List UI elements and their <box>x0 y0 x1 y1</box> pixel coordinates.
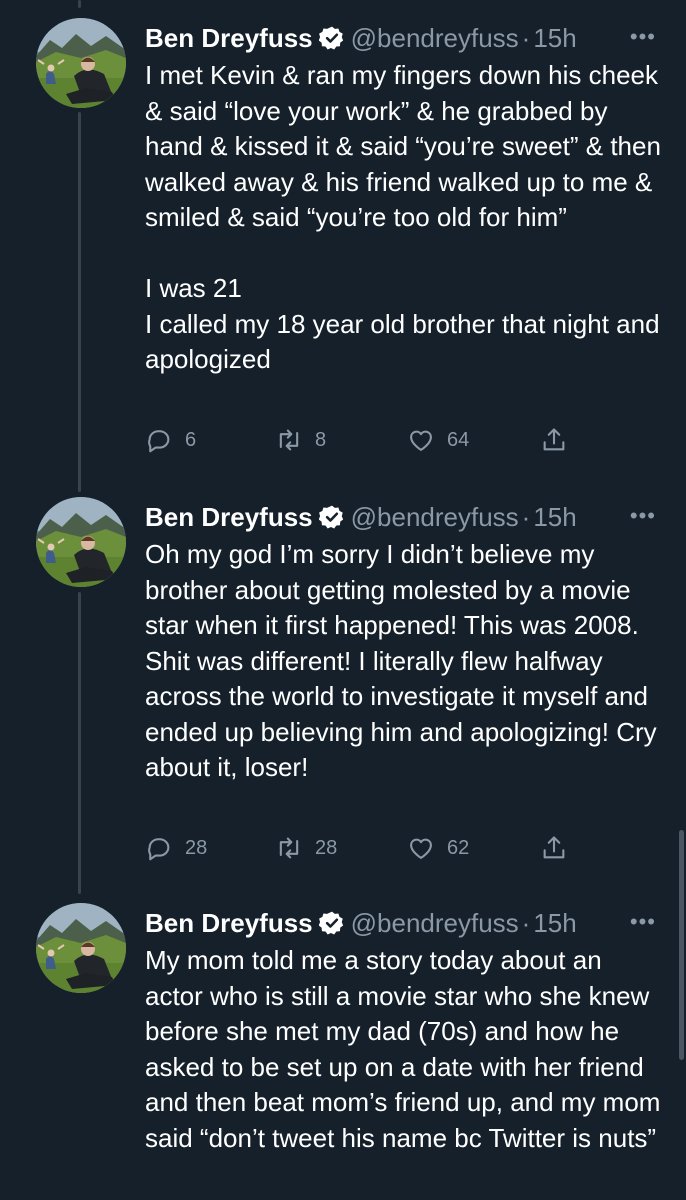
reply-icon <box>145 426 173 454</box>
tweet-actions: 6 8 64 <box>145 425 605 455</box>
author-handle[interactable]: @bendreyfuss <box>351 502 519 533</box>
retweet-icon <box>275 834 303 862</box>
tweet-paragraph: Oh my god I’m sorry I didn’t believe my … <box>145 539 657 782</box>
retweet-count: 8 <box>315 428 327 451</box>
share-icon <box>540 834 568 862</box>
like-count: 64 <box>447 428 470 451</box>
reply-button[interactable]: 28 <box>145 833 207 863</box>
tweet[interactable]: Ben Dreyfuss @bendreyfuss · 15h ••• Oh m… <box>0 497 686 897</box>
like-button[interactable]: 62 <box>407 833 469 863</box>
retweet-button[interactable]: 8 <box>275 425 326 455</box>
heart-icon <box>407 426 435 454</box>
like-count: 62 <box>447 836 470 859</box>
timestamp[interactable]: 15h <box>533 23 576 54</box>
retweet-count: 28 <box>315 836 338 859</box>
like-button[interactable]: 64 <box>407 425 469 455</box>
thread-connector <box>78 0 81 8</box>
reply-count: 6 <box>185 428 197 451</box>
more-options-icon[interactable]: ••• <box>630 503 656 529</box>
author-name[interactable]: Ben Dreyfuss <box>145 23 313 54</box>
timestamp[interactable]: 15h <box>533 908 576 939</box>
separator: · <box>521 501 531 532</box>
separator: · <box>521 907 531 938</box>
tweet-thread: Ben Dreyfuss @bendreyfuss · 15h ••• I me… <box>0 0 686 1200</box>
tweet-header: Ben Dreyfuss @bendreyfuss · 15h <box>145 18 665 58</box>
tweet-paragraph: I was 21 <box>145 273 242 303</box>
tweet-text: Oh my god I’m sorry I didn’t believe my … <box>145 537 665 786</box>
avatar[interactable] <box>36 18 126 108</box>
more-options-icon[interactable]: ••• <box>630 24 656 50</box>
reply-count: 28 <box>185 836 208 859</box>
heart-icon <box>407 834 435 862</box>
separator: · <box>521 22 531 53</box>
verified-badge-icon <box>319 25 345 51</box>
tweet-header: Ben Dreyfuss @bendreyfuss · 15h <box>145 497 665 537</box>
scrollbar[interactable] <box>679 830 684 1060</box>
share-button[interactable] <box>540 425 580 455</box>
tweet[interactable]: Ben Dreyfuss @bendreyfuss · 15h ••• My m… <box>0 903 686 1200</box>
timestamp[interactable]: 15h <box>533 502 576 533</box>
author-name[interactable]: Ben Dreyfuss <box>145 502 313 533</box>
tweet[interactable]: Ben Dreyfuss @bendreyfuss · 15h ••• I me… <box>0 18 686 478</box>
retweet-button[interactable]: 28 <box>275 833 337 863</box>
reply-button[interactable]: 6 <box>145 425 196 455</box>
tweet-actions: 28 28 62 <box>145 833 605 863</box>
avatar[interactable] <box>36 497 126 587</box>
avatar[interactable] <box>36 903 126 993</box>
verified-badge-icon <box>319 910 345 936</box>
verified-badge-icon <box>319 504 345 530</box>
retweet-icon <box>275 426 303 454</box>
more-options-icon[interactable]: ••• <box>630 909 656 935</box>
author-name[interactable]: Ben Dreyfuss <box>145 908 313 939</box>
tweet-paragraph: I called my 18 year old brother that nig… <box>145 308 660 375</box>
share-button[interactable] <box>540 833 580 863</box>
tweet-header: Ben Dreyfuss @bendreyfuss · 15h <box>145 903 665 943</box>
share-icon <box>540 426 568 454</box>
author-handle[interactable]: @bendreyfuss <box>351 908 519 939</box>
reply-icon <box>145 834 173 862</box>
tweet-text: I met Kevin & ran my fingers down his ch… <box>145 58 665 378</box>
tweet-paragraph: I met Kevin & ran my fingers down his ch… <box>145 60 661 232</box>
tweet-text: My mom told me a story today about an ac… <box>145 943 665 1156</box>
author-handle[interactable]: @bendreyfuss <box>351 23 519 54</box>
tweet-paragraph: My mom told me a story today about an ac… <box>145 945 661 1153</box>
